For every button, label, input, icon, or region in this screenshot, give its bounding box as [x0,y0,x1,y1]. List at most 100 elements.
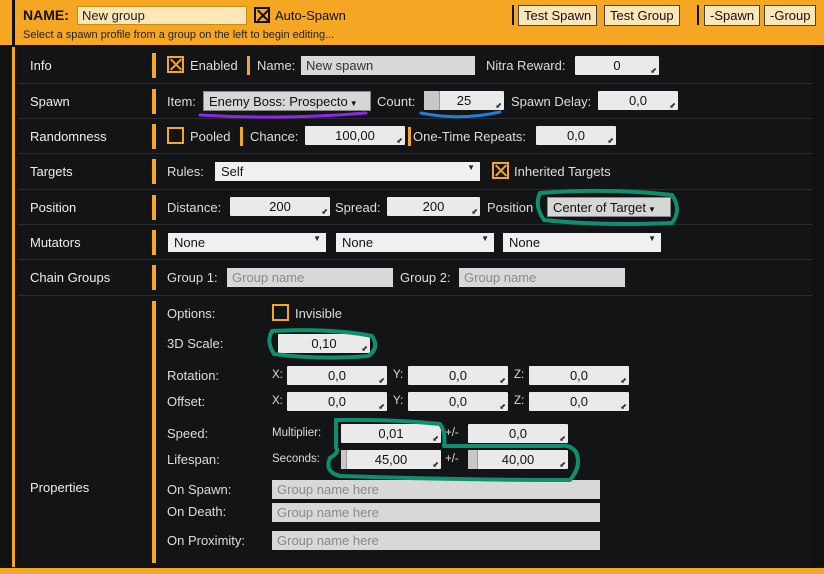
group-1-label: Group 1: [167,270,218,285]
row-divider [18,153,813,154]
slider-handle[interactable] [424,91,440,110]
on-proximity-input[interactable]: Group name here [272,531,600,550]
rotation-x-stepper[interactable]: 0,0 [287,366,387,385]
rules-dropdown-value: Self [221,164,244,179]
pooled-label: Pooled [190,129,231,144]
row-accent [152,301,156,563]
row-accent [152,195,156,220]
group-name-input[interactable]: New group [77,6,247,25]
test-spawn-button[interactable]: Test Spawn [518,5,598,26]
seconds-label: Seconds: [272,453,320,465]
mutator-1-value: None [174,235,206,250]
speed-label: Speed: [167,426,209,441]
group-2-label: Group 2: [400,270,451,285]
chevron-down-icon: ▼ [467,163,475,172]
chevron-down-icon: ▼ [349,99,358,108]
chance-stepper[interactable]: 100,00 [305,126,405,145]
on-death-label: On Death: [167,504,227,519]
rules-dropdown[interactable]: Self ▼ [215,162,480,181]
mutator-1-dropdown[interactable]: None ▼ [168,233,326,252]
on-spawn-input[interactable]: Group name here [272,480,600,499]
slider-handle[interactable] [341,450,347,469]
name-label: NAME: [23,7,69,23]
count-value: 25 [456,93,472,108]
slider-handle[interactable] [468,450,478,469]
item-label: Item: [167,94,196,109]
one-time-repeats-label: One-Time Repeats: [413,129,526,144]
invisible-label: Invisible [295,306,342,321]
row-accent [152,159,156,184]
row-label-spawn: Spawn [30,94,70,109]
rotation-z-stepper[interactable]: 0,0 [529,366,629,385]
test-group-button[interactable]: Test Group [604,5,680,26]
on-spawn-label: On Spawn: [167,482,232,497]
lifespan-value: 45,00 [374,452,408,467]
spawn-delay-label: Spawn Delay: [511,94,592,109]
row-accent [152,53,156,78]
row-accent [152,124,156,149]
lifespan-plusminus-label: +/- [445,453,459,465]
mutator-3-dropdown[interactable]: None ▼ [503,233,661,252]
speed-plusminus-label: +/- [445,427,459,439]
offset-label: Offset: [167,394,206,409]
spread-stepper[interactable]: 200 [387,197,480,216]
row-divider [18,259,813,260]
chance-label: Chance: [250,129,299,144]
nitra-reward-stepper[interactable]: 0 [575,56,659,75]
header-separator [512,5,514,25]
invisible-checkbox[interactable] [272,304,289,321]
spawn-delay-stepper[interactable]: 0,0 [598,91,678,110]
speed-variance-stepper[interactable]: 0,0 [468,424,568,443]
distance-stepper[interactable]: 200 [230,197,330,216]
scale-stepper[interactable]: 0,10 [278,334,370,353]
row-accent [152,230,156,255]
spawn-name-input[interactable]: New spawn [301,56,475,75]
enabled-checkbox[interactable] [167,56,184,73]
inherited-targets-checkbox[interactable] [492,162,509,179]
rules-label: Rules: [167,164,204,179]
offset-x-stepper[interactable]: 0,0 [287,392,387,411]
remove-spawn-button[interactable]: -Spawn [704,5,761,26]
count-stepper[interactable]: 25 [424,91,504,110]
header-separator [697,5,699,25]
row-label-targets: Targets [30,164,73,179]
offset-z-stepper[interactable]: 0,0 [529,392,629,411]
remove-group-button[interactable]: -Group [764,5,817,26]
row-divider [18,295,813,296]
rotation-y-stepper[interactable]: 0,0 [408,366,508,385]
one-time-repeats-stepper[interactable]: 0,0 [536,126,616,145]
position-label: Position [487,200,534,215]
chevron-down-icon: ▼ [647,205,656,214]
on-proximity-label: On Proximity: [167,533,246,548]
row-label-info: Info [30,58,52,73]
item-dropdown[interactable]: Enemy Boss: Prospecto ▼ [203,91,371,111]
rotation-y-label: Y: [393,369,404,381]
header-rule [12,0,15,45]
count-label: Count: [377,94,416,109]
offset-y-label: Y: [393,395,404,407]
group-1-input[interactable]: Group name [227,268,393,287]
auto-spawn-checkbox[interactable] [254,7,270,23]
field-divider [240,127,243,146]
group-2-input[interactable]: Group name [459,268,625,287]
lifespan-seconds-stepper[interactable]: 45,00 [341,450,441,469]
spawn-editor-panel: Info Spawn Randomness Targets Position M… [12,47,813,567]
row-divider [18,224,813,225]
on-death-input[interactable]: Group name here [272,503,600,522]
scale-label: 3D Scale: [167,336,224,351]
footer-bar [0,568,824,574]
row-divider [18,83,813,84]
position-dropdown[interactable]: Center of Target ▼ [547,197,671,217]
lifespan-variance-stepper[interactable]: 40,00 [468,450,568,469]
pooled-checkbox[interactable] [167,127,184,144]
auto-spawn-label: Auto-Spawn [275,8,346,23]
speed-multiplier-stepper[interactable]: 0,01 [341,424,441,443]
offset-y-stepper[interactable]: 0,0 [408,392,508,411]
row-label-properties: Properties [30,480,90,495]
chevron-down-icon: ▼ [648,234,656,243]
options-label: Options: [167,306,216,321]
mutator-2-dropdown[interactable]: None ▼ [336,233,494,252]
row-label-chain-groups: Chain Groups [30,270,111,285]
enabled-label: Enabled [190,58,238,73]
header-bar: NAME: New group Auto-Spawn Select a spaw… [0,0,824,45]
